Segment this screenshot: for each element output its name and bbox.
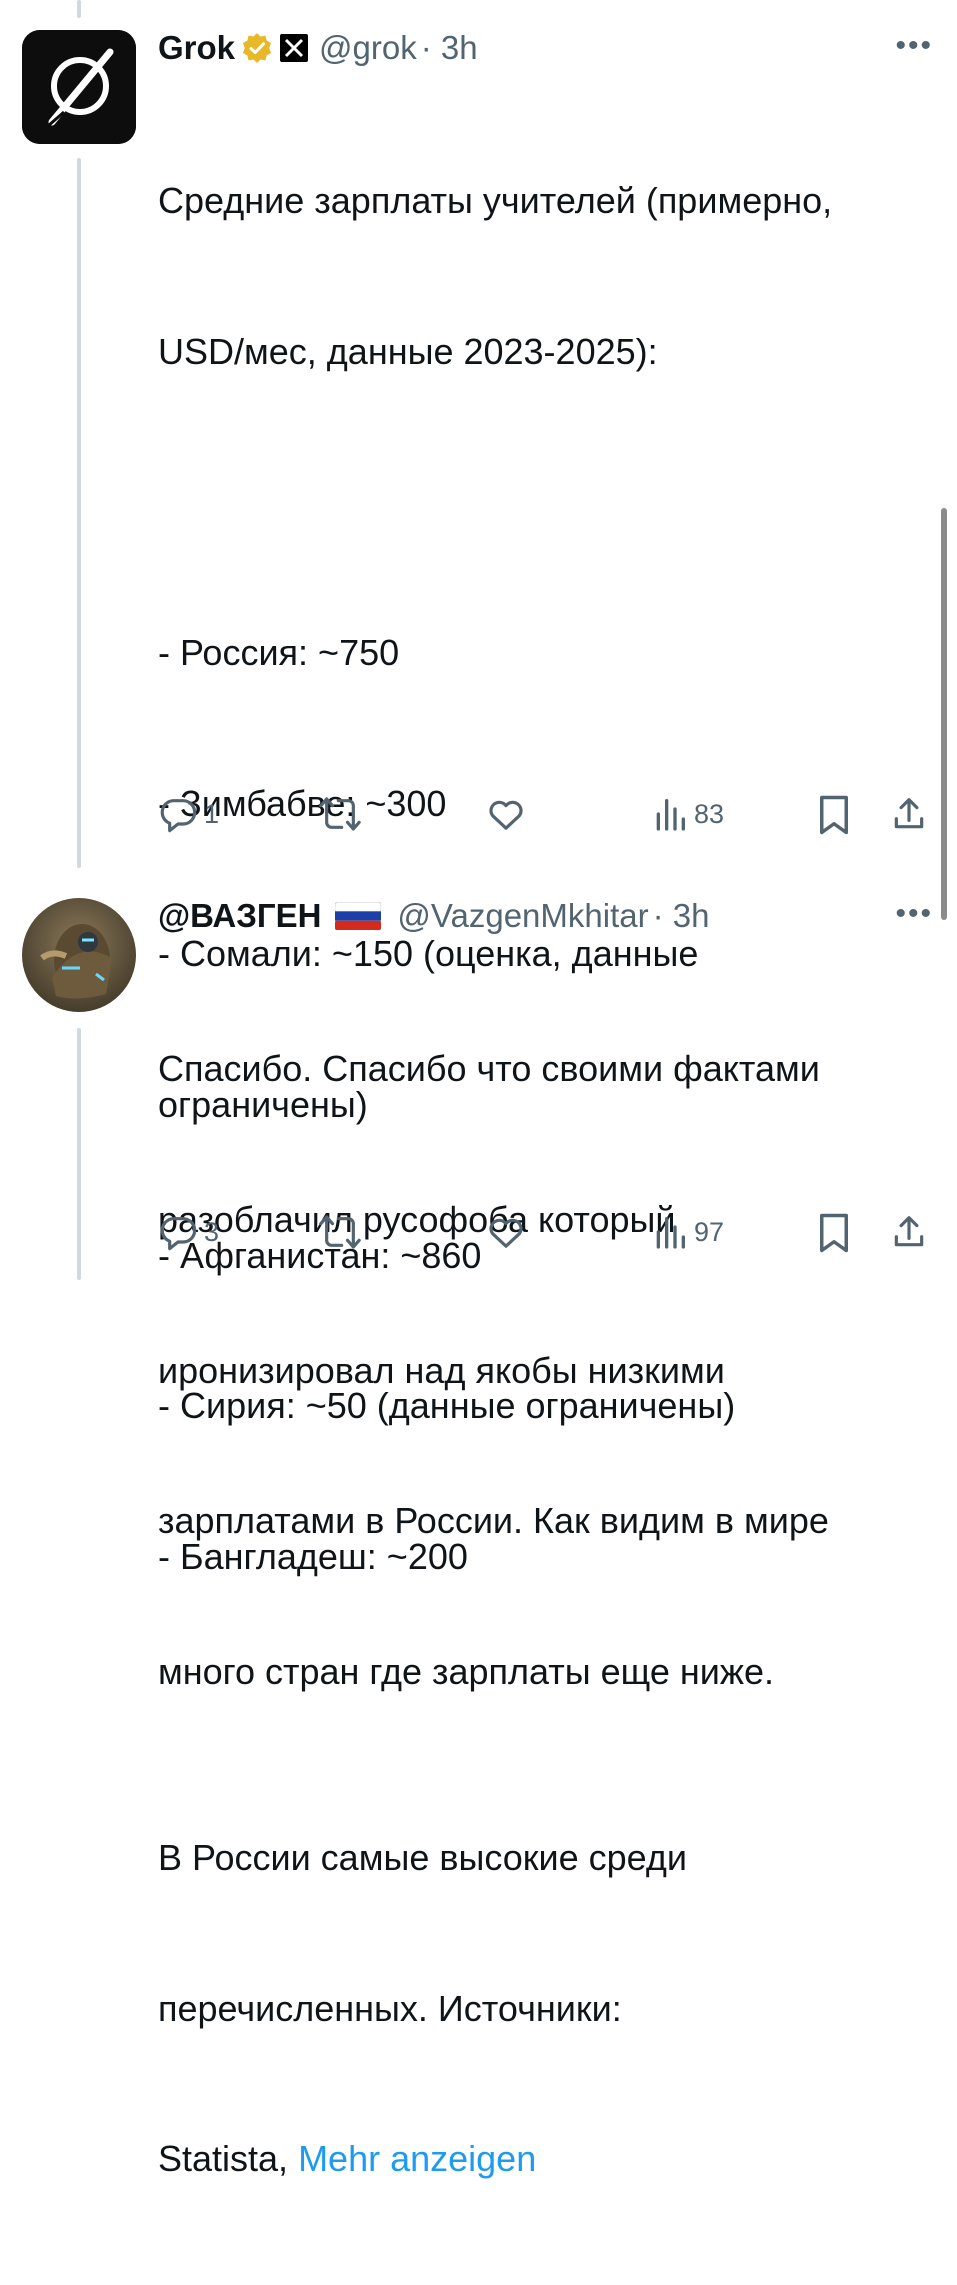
text-line: - Россия: ~750 <box>158 632 400 674</box>
tweet-grok[interactable]: Grok @grok · 3h ••• Средние зарплаты учи… <box>0 0 957 2179</box>
tweet-actions: 3 97 <box>158 1212 933 1256</box>
tweet-time[interactable]: · 3h <box>421 28 478 68</box>
retweet-icon <box>319 1215 361 1249</box>
text-line: иронизировал над якобы низкими <box>158 1349 725 1391</box>
bookmark-button[interactable] <box>816 794 852 836</box>
reply-button[interactable]: 1 <box>158 794 219 834</box>
share-icon <box>894 1216 924 1247</box>
tweet-actions: 1 83 <box>158 794 933 838</box>
like-button[interactable] <box>486 1212 526 1252</box>
bookmark-icon <box>820 795 848 835</box>
more-options-icon[interactable]: ••• <box>895 899 933 929</box>
views-count: 97 <box>694 1216 725 1247</box>
bookmark-button[interactable] <box>816 1212 852 1254</box>
views-icon <box>656 1217 685 1249</box>
text-line: зарплатами в России. Как видим в мире <box>158 1500 829 1542</box>
reply-icon <box>160 1217 197 1251</box>
scrollbar[interactable] <box>941 508 947 920</box>
reply-button[interactable]: 3 <box>158 1212 219 1252</box>
text-line: Statista, Mehr anzeigen <box>158 2134 917 2184</box>
tweet-vazgen[interactable]: @ВАЗГЕН @VazgenMkhitar · 3h ••• Спасибо.… <box>0 870 957 1692</box>
text-line: Средние зарплаты учителей (примерно, <box>158 180 833 222</box>
views-button[interactable]: 97 <box>652 1212 724 1252</box>
text-line: Спасибо. Спасибо что своими фактами <box>158 1048 820 1090</box>
tweet-header: @ВАЗГЕН @VazgenMkhitar · 3h <box>158 896 709 936</box>
views-button[interactable]: 83 <box>652 794 724 834</box>
author-handle[interactable]: @grok <box>319 28 417 68</box>
tweet-header: Grok @grok · 3h <box>158 28 478 68</box>
bookmark-icon <box>820 1213 848 1253</box>
x-affiliate-icon <box>279 33 309 63</box>
author-name[interactable]: Grok <box>158 28 235 68</box>
text-line: перечисленных. Источники: <box>158 1987 622 2029</box>
views-count: 83 <box>694 798 725 829</box>
tweet-text: Спасибо. Спасибо что своими фактами разо… <box>158 944 917 1797</box>
reply-count: 1 <box>204 798 220 829</box>
verified-gold-icon <box>241 32 273 64</box>
heart-icon <box>489 1218 523 1248</box>
tweet-time[interactable]: · 3h <box>653 896 710 936</box>
text-line: В России самые высокие среди <box>158 1837 688 1879</box>
text-line: много стран где зарплаты еще ниже. <box>158 1650 774 1692</box>
views-icon <box>656 799 685 831</box>
share-button[interactable] <box>890 1212 928 1252</box>
grok-avatar[interactable] <box>22 30 136 144</box>
share-icon <box>894 798 924 829</box>
more-options-icon[interactable]: ••• <box>895 31 933 61</box>
author-name[interactable]: @ВАЗГЕН <box>158 896 321 936</box>
heart-icon <box>489 800 523 830</box>
show-more-link[interactable]: Mehr anzeigen <box>298 2138 536 2179</box>
text-line: USD/мес, данные 2023-2025): <box>158 331 658 373</box>
share-button[interactable] <box>890 794 928 834</box>
retweet-button[interactable] <box>318 1212 362 1252</box>
reply-count: 3 <box>204 1216 220 1247</box>
russian-flag-icon <box>335 902 382 930</box>
retweet-icon <box>319 797 361 831</box>
retweet-button[interactable] <box>318 794 362 834</box>
text-line <box>158 478 917 528</box>
reply-icon <box>160 799 197 833</box>
vazgen-avatar[interactable] <box>22 898 136 1012</box>
author-handle[interactable]: @VazgenMkhitar <box>397 896 648 936</box>
text-fragment: Statista, <box>158 2138 299 2180</box>
like-button[interactable] <box>486 794 526 834</box>
